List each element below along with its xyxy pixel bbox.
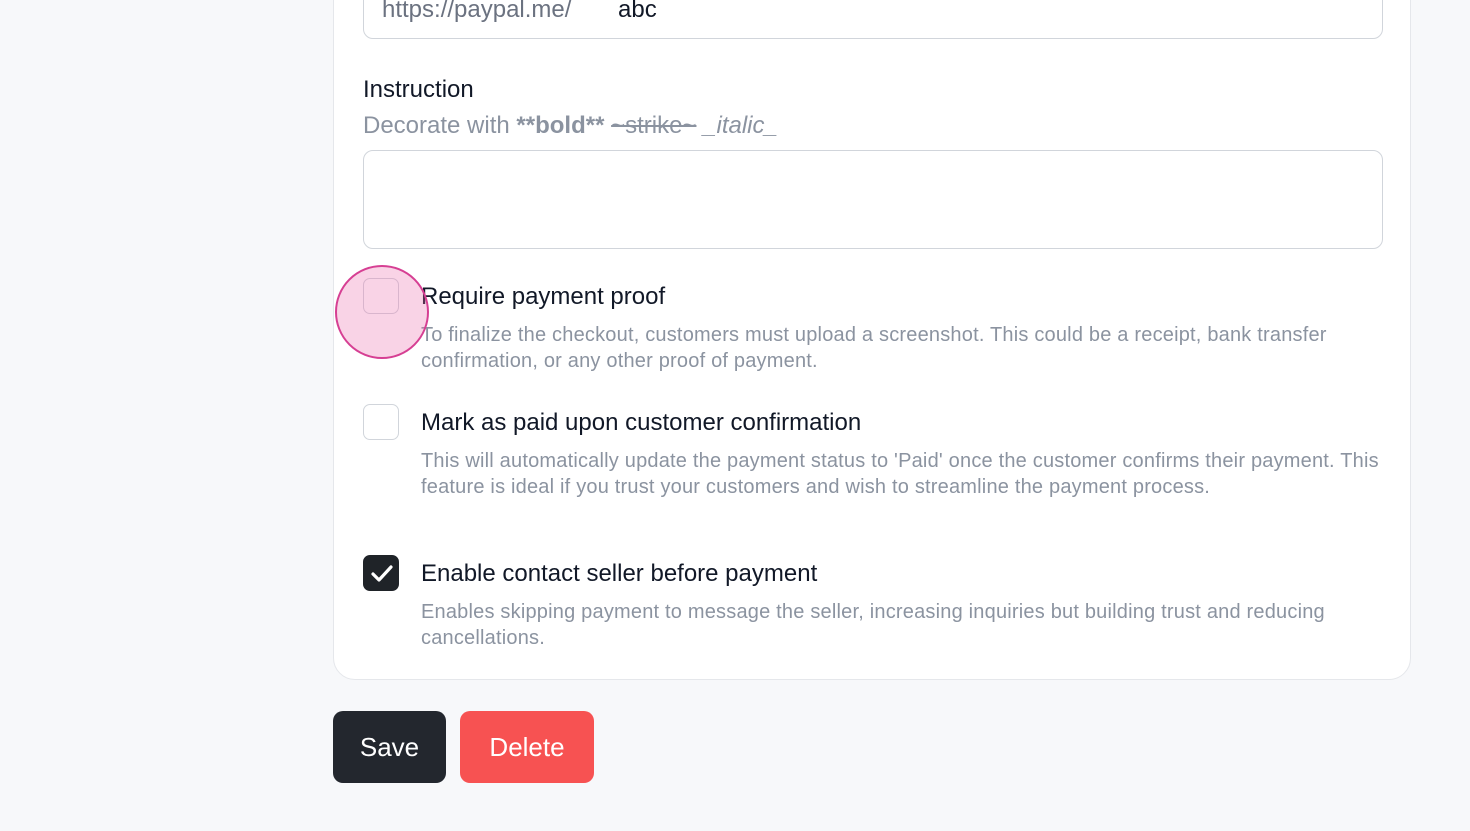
mark-as-paid-description: This will automatically update the payme…	[421, 450, 1379, 498]
instruction-hint-italic: _italic_	[703, 112, 778, 139]
instruction-label: Instruction	[363, 76, 474, 103]
instruction-hint: Decorate with **bold** ~strike~ _italic_	[363, 111, 778, 141]
instruction-hint-bold: **bold**	[516, 112, 605, 139]
checkmark-icon	[371, 565, 393, 582]
instruction-textarea[interactable]	[363, 150, 1383, 249]
instruction-hint-strike: ~strike~	[611, 112, 697, 139]
require-payment-proof-description: To finalize the checkout, customers must…	[421, 324, 1327, 372]
payment-link-input[interactable]: abc	[618, 0, 657, 25]
instruction-hint-prefix: Decorate with	[363, 112, 517, 139]
require-payment-proof-checkbox[interactable]	[363, 278, 399, 314]
enable-contact-seller-label: Enable contact seller before payment	[421, 560, 818, 587]
mark-as-paid-label: Mark as paid upon customer confirmation	[421, 409, 862, 436]
payment-link-prefix: https://paypal.me/	[382, 0, 572, 23]
save-button[interactable]: Save	[333, 711, 446, 783]
mark-as-paid-checkbox[interactable]	[363, 404, 399, 440]
require-payment-proof-label: Require payment proof	[421, 283, 666, 310]
enable-contact-seller-checkbox[interactable]	[363, 555, 399, 591]
payment-link-field[interactable]: https://paypal.me/ abc	[363, 0, 1383, 39]
delete-button[interactable]: Delete	[460, 711, 594, 783]
enable-contact-seller-description: Enables skipping payment to message the …	[421, 601, 1325, 649]
